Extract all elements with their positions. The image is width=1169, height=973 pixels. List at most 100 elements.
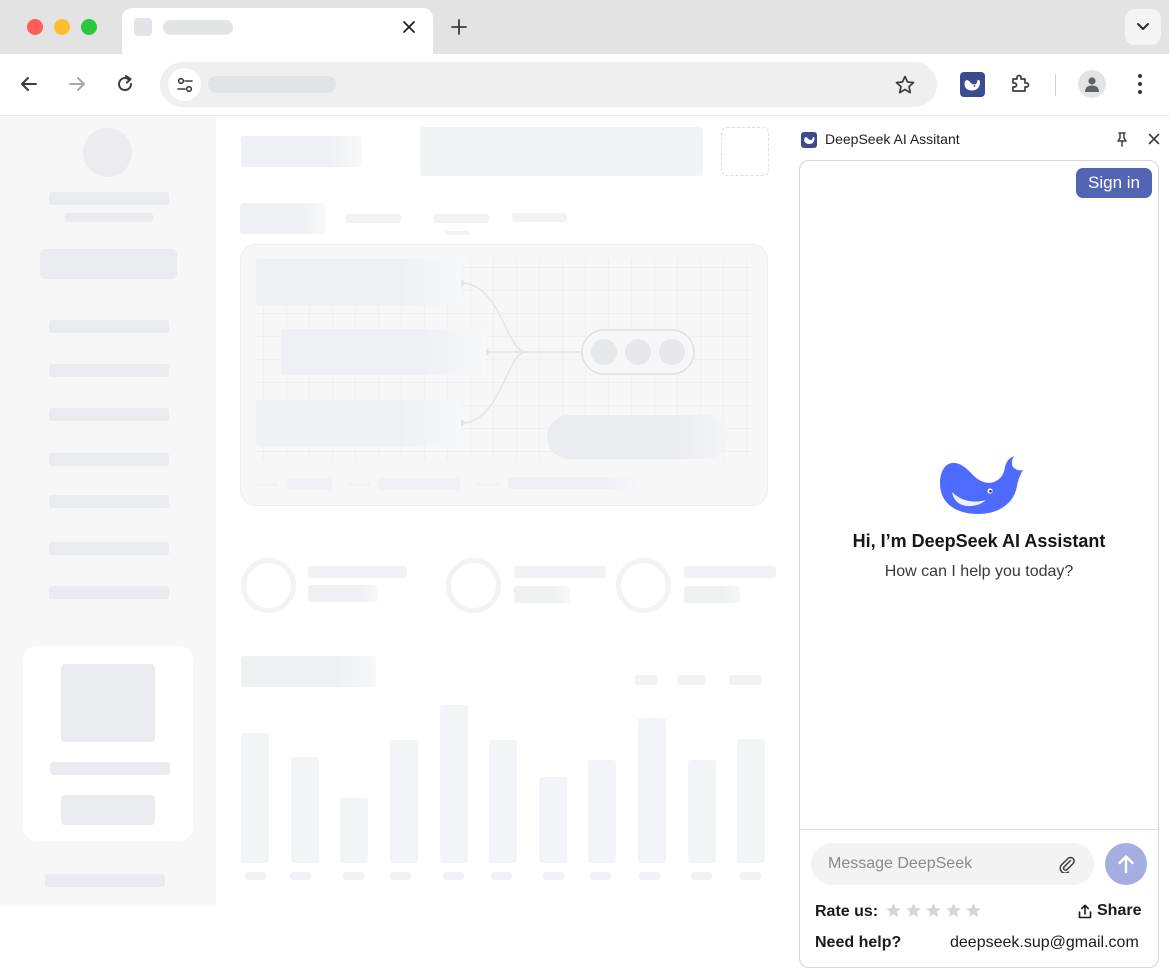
sidebar-item-placeholder [49,586,169,599]
window-close-control[interactable] [27,19,43,35]
deepseek-extension-icon[interactable] [960,72,985,97]
tab-title [163,20,233,35]
flow-node-placeholder [256,259,461,306]
back-icon[interactable] [16,71,42,97]
star-icon[interactable] [965,902,982,919]
sidebar-line [65,213,153,222]
tab-strip [0,0,1169,54]
rate-label: Rate us: [815,903,879,920]
tab-close-icon[interactable] [398,16,420,38]
greeting-title: Hi, I’m DeepSeek AI Assistant [852,531,1106,551]
chart-title-placeholder [241,656,376,687]
skeleton-bar [241,733,269,863]
stat-line [308,585,378,602]
greeting-subtitle: How can I help you today? [884,563,1074,580]
tab-placeholder [346,214,401,223]
flow-pill-placeholder [547,415,728,459]
star-icon[interactable] [885,902,902,919]
flow-node-placeholder [256,400,461,446]
sidebar-item-placeholder [49,495,169,508]
share-button[interactable]: Share [1078,902,1141,920]
card-button-placeholder [61,795,155,825]
new-tab-icon[interactable] [447,15,471,39]
tab-placeholder [240,203,325,234]
skeleton-tick [491,872,512,880]
star-icon[interactable] [905,902,922,919]
star-icon[interactable] [945,902,962,919]
url-text [208,76,336,93]
send-arrow-icon[interactable] [1105,843,1147,885]
skeleton-tick [543,872,564,880]
site-info-icon[interactable] [168,68,201,101]
skeleton-bar [688,760,716,863]
rating-stars [885,902,982,919]
skeleton-bar [588,760,616,863]
tab-search-chevron-icon[interactable] [1125,9,1161,45]
legend-placeholder [378,478,460,490]
heading-placeholder [241,136,362,167]
window-zoom-control[interactable] [81,19,97,35]
attach-icon[interactable] [1056,853,1078,875]
upload-placeholder [721,127,769,176]
toolbar-divider [1055,74,1056,96]
flow-node-placeholder [281,329,486,375]
profile-icon[interactable] [1078,70,1106,98]
legend-placeholder [348,483,370,486]
active-tab[interactable] [122,8,433,54]
legend-placeholder [508,477,642,489]
web-page-skeleton [0,117,790,973]
skeleton-tick [390,872,411,880]
sidebar-avatar-placeholder [83,128,132,177]
window-minimize-control[interactable] [54,19,70,35]
stat-ring-placeholder [241,558,296,613]
tab-indicator-placeholder [445,231,469,235]
forward-icon[interactable] [64,71,90,97]
sidebar-item-placeholder [49,364,169,377]
sign-in-button[interactable]: Sign in [1076,168,1152,198]
sidebar-item-placeholder [49,453,169,466]
skeleton-tick [245,872,266,880]
stat-ring-placeholder [616,558,671,613]
bookmark-star-icon[interactable] [892,72,918,98]
tab-placeholder [434,214,489,223]
help-label: Need help? [815,934,902,951]
legend-placeholder [286,478,332,490]
pin-icon[interactable] [1113,130,1131,148]
tab-favicon [134,18,152,36]
close-icon[interactable] [1145,130,1163,148]
side-panel-title: DeepSeek AI Assitant [825,131,960,147]
stat-line [684,566,776,578]
star-icon[interactable] [925,902,942,919]
legend-placeholder [477,483,499,486]
card-line [50,762,170,775]
page-sidebar [0,117,216,905]
more-menu-icon[interactable] [1128,71,1152,97]
tab-placeholder [512,213,567,222]
extensions-puzzle-icon[interactable] [1007,71,1033,97]
share-label: Share [1097,902,1142,919]
chart-legend-placeholder [729,675,762,685]
sidebar-item-placeholder [49,542,169,555]
stat-line [684,586,740,603]
skeleton-bar [440,705,468,863]
skeleton-tick [343,872,364,880]
chart-legend-placeholder [677,675,705,685]
side-panel-header: DeepSeek AI Assitant [790,117,1169,160]
deepseek-logo-icon [801,132,817,148]
browser-toolbar [0,54,1169,116]
skeleton-bar [539,777,567,863]
sidebar-item-placeholder [49,320,169,333]
sidebar-footer-placeholder [45,874,165,887]
skeleton-tick [290,872,311,880]
share-icon [1078,904,1092,918]
skeleton-bar [489,740,517,863]
reload-icon[interactable] [112,71,138,97]
skeleton-tick [443,872,464,880]
message-input[interactable] [811,843,1094,885]
skeleton-bar [291,757,319,863]
stat-line [514,586,570,603]
support-email-link[interactable]: deepseek.sup@gmail.com [950,934,1139,952]
skeleton-tick [691,872,712,880]
sidebar-button-placeholder [40,249,177,279]
address-bar[interactable] [160,62,937,107]
